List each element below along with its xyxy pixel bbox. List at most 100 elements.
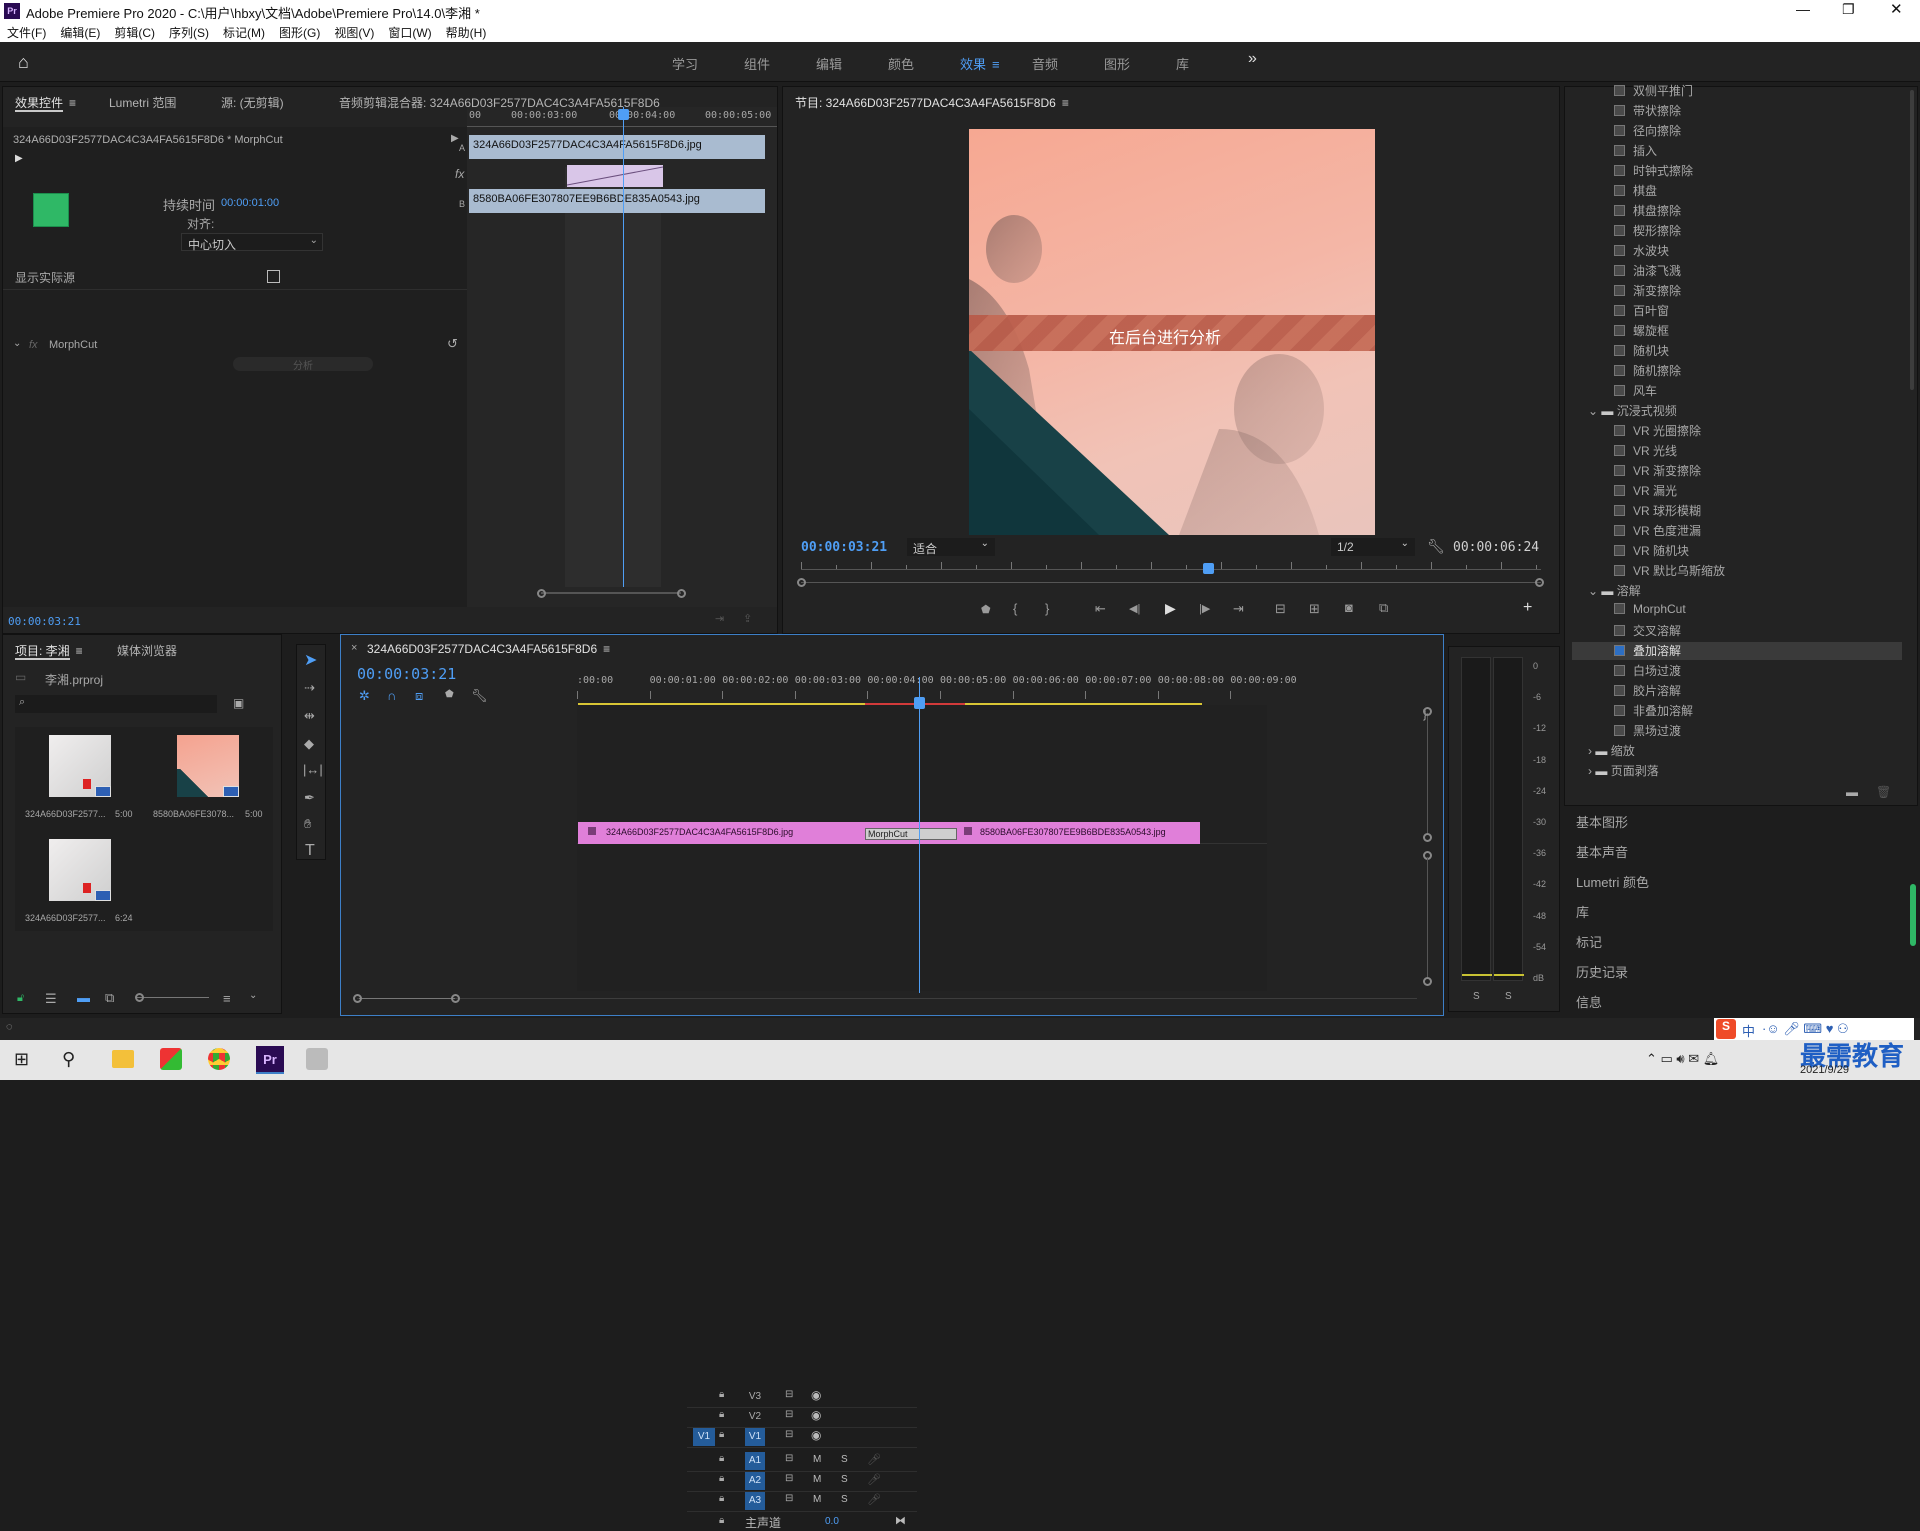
effect-item[interactable]: 插入 xyxy=(1614,142,1657,160)
eye-icon[interactable]: ◉ xyxy=(811,1388,821,1402)
premiere-taskbar-icon[interactable]: Pr xyxy=(256,1046,284,1074)
panel-lumetri-color[interactable]: Lumetri 颜色 xyxy=(1576,872,1649,891)
panel-essential-graphics[interactable]: 基本图形 xyxy=(1576,812,1628,831)
pen-tool-icon[interactable]: ✒ xyxy=(304,791,315,804)
effect-item[interactable]: VR 默比乌斯缩放 xyxy=(1614,562,1725,580)
freeform-view-icon[interactable]: ⧉ xyxy=(105,991,114,1004)
track-lock-icon[interactable]: 🔒︎ xyxy=(719,1389,724,1400)
track-label[interactable]: V2 xyxy=(745,1408,765,1426)
effect-item[interactable]: 风车 xyxy=(1614,382,1657,400)
solo-button[interactable]: S xyxy=(841,1494,848,1505)
duration-value[interactable]: 00:00:01:00 xyxy=(221,197,279,209)
effect-item[interactable]: 双侧平推门 xyxy=(1614,82,1693,100)
home-icon[interactable]: ⌂ xyxy=(18,52,29,73)
effect-item[interactable]: 百叶窗 xyxy=(1614,302,1669,320)
program-playhead[interactable] xyxy=(1203,563,1214,574)
effect-item[interactable]: VR 随机块 xyxy=(1614,542,1689,560)
app-icon-colorful[interactable] xyxy=(160,1048,182,1070)
solo-button[interactable]: S xyxy=(841,1474,848,1485)
effect-item[interactable]: 水波块 xyxy=(1614,242,1669,260)
linked-selection-icon[interactable]: ⧈ xyxy=(415,689,423,702)
ec-zoom-scrollbar[interactable] xyxy=(471,589,771,598)
chevron-down-icon[interactable]: ⌄ xyxy=(249,991,257,1001)
toggle-sync-icon[interactable]: ⊟ xyxy=(785,1389,793,1400)
effect-item[interactable]: 棋盘擦除 xyxy=(1614,202,1681,220)
mic-icon[interactable]: 🎤︎ xyxy=(867,1453,881,1466)
track-lock-icon[interactable]: 🔒︎ xyxy=(719,1493,724,1504)
effect-folder[interactable]: ⌄ ▬ 沉浸式视频 xyxy=(1588,402,1677,419)
camera-icon[interactable]: ◙ xyxy=(1345,600,1353,615)
snap-icon[interactable]: ∩ xyxy=(387,689,396,702)
nest-icon[interactable]: ✲ xyxy=(359,689,370,702)
effect-item[interactable]: VR 漏光 xyxy=(1614,482,1677,500)
effect-folder[interactable]: › ▬ 缩放 xyxy=(1588,742,1635,759)
effect-item[interactable]: 白场过渡 xyxy=(1614,662,1681,680)
effect-item[interactable]: 油漆飞溅 xyxy=(1614,262,1681,280)
track-label[interactable]: V3 xyxy=(745,1388,765,1406)
effect-item[interactable]: 渐变擦除 xyxy=(1614,282,1681,300)
tab-lumetri-scopes[interactable]: Lumetri 范围 xyxy=(109,94,176,111)
ws-more-icon[interactable]: » xyxy=(1248,50,1257,68)
toggle-sync-icon[interactable]: ⊟ xyxy=(785,1493,793,1504)
ws-graphics[interactable]: 图形 xyxy=(1104,54,1130,73)
project-thumb-3[interactable] xyxy=(49,839,111,901)
extract-icon[interactable]: ⊞ xyxy=(1309,601,1320,617)
razor-icon[interactable]: ◆ xyxy=(304,737,314,750)
play-icon[interactable]: ▶ xyxy=(1165,600,1176,617)
effect-item[interactable]: 棋盘 xyxy=(1614,182,1657,200)
menu-edit[interactable]: 编辑(E) xyxy=(53,22,107,41)
align-select[interactable]: 中心切入 ⌄ xyxy=(181,233,323,252)
play-transition-icon[interactable]: ▶ xyxy=(15,154,23,164)
add-button-icon[interactable]: + xyxy=(1523,599,1532,617)
icon-view-icon[interactable]: ▬ xyxy=(77,991,90,1004)
track-label[interactable]: A2 xyxy=(745,1472,765,1490)
trash-icon[interactable]: 🗑︎ xyxy=(1876,786,1891,798)
ime-mode[interactable]: 中 xyxy=(1742,1021,1755,1040)
project-thumb-2[interactable] xyxy=(177,735,239,797)
track-select-icon[interactable]: ⇢ xyxy=(304,681,315,694)
ws-learn[interactable]: 学习 xyxy=(672,54,698,73)
track-label[interactable]: A1 xyxy=(745,1452,765,1470)
ec-transition-block[interactable] xyxy=(566,165,664,187)
effect-item[interactable]: 随机块 xyxy=(1614,342,1669,360)
hand-tool-icon[interactable]: ✋︎ xyxy=(304,817,311,830)
slip-tool-icon[interactable]: |↔| xyxy=(303,763,323,776)
toggle-sync-icon[interactable]: ⊟ xyxy=(785,1473,793,1484)
effect-item[interactable]: 带状擦除 xyxy=(1614,102,1681,120)
panel-markers[interactable]: 标记 xyxy=(1576,932,1602,951)
selection-tool-icon[interactable]: ➤ xyxy=(304,653,317,669)
toggle-sync-icon[interactable]: ⊟ xyxy=(785,1453,793,1464)
mute-button[interactable]: M xyxy=(813,1474,821,1485)
source-patch-v1[interactable]: V1 xyxy=(693,1428,715,1446)
lock-icon[interactable]: 🔓︎ xyxy=(17,993,24,1004)
panel-info[interactable]: 信息 xyxy=(1576,992,1602,1011)
panel-libraries[interactable]: 库 xyxy=(1576,902,1589,921)
analyze-button[interactable]: 分析 xyxy=(233,357,373,372)
share-icon[interactable]: ⇪ xyxy=(743,614,752,625)
project-search-input[interactable]: ⌕ xyxy=(15,695,217,713)
effect-item[interactable]: 叠加溶解 xyxy=(1572,642,1902,660)
show-actual-checkbox[interactable] xyxy=(267,270,280,283)
timeline-settings-icon[interactable]: 🔧︎ xyxy=(471,689,488,702)
solo-right-button[interactable]: S xyxy=(1505,991,1512,1002)
effect-item[interactable]: 非叠加溶解 xyxy=(1614,702,1693,720)
timeline-close-icon[interactable]: × xyxy=(351,642,357,654)
ws-color[interactable]: 颜色 xyxy=(888,54,914,73)
tab-sequence[interactable]: 324A66D03F2577DAC4C3A4FA5615F8D6 ≡ xyxy=(367,642,610,656)
menu-file[interactable]: 文件(F) xyxy=(0,22,53,41)
mic-icon[interactable]: 🎤︎ xyxy=(867,1473,881,1486)
reset-icon[interactable]: ↺ xyxy=(447,337,458,350)
timeline-vscroll[interactable]: } xyxy=(1423,707,1433,991)
effect-item[interactable]: 随机擦除 xyxy=(1614,362,1681,380)
tab-media-browser[interactable]: 媒体浏览器 xyxy=(117,642,177,659)
eye-icon[interactable]: ◉ xyxy=(811,1408,821,1422)
effect-item[interactable]: 交叉溶解 xyxy=(1614,622,1681,640)
master-value[interactable]: 0.0 xyxy=(825,1516,839,1527)
effect-item[interactable]: MorphCut xyxy=(1614,602,1686,620)
wrench-icon[interactable]: 🔧︎ xyxy=(1427,539,1445,553)
go-to-in-icon[interactable]: ⇤ xyxy=(1095,601,1106,617)
zoom-select[interactable]: 适合 ⌄ xyxy=(907,538,995,556)
effect-item[interactable]: VR 球形模糊 xyxy=(1614,502,1701,520)
search-icon[interactable]: ⚲ xyxy=(62,1050,75,1068)
thumb-size-slider[interactable] xyxy=(135,993,209,1002)
